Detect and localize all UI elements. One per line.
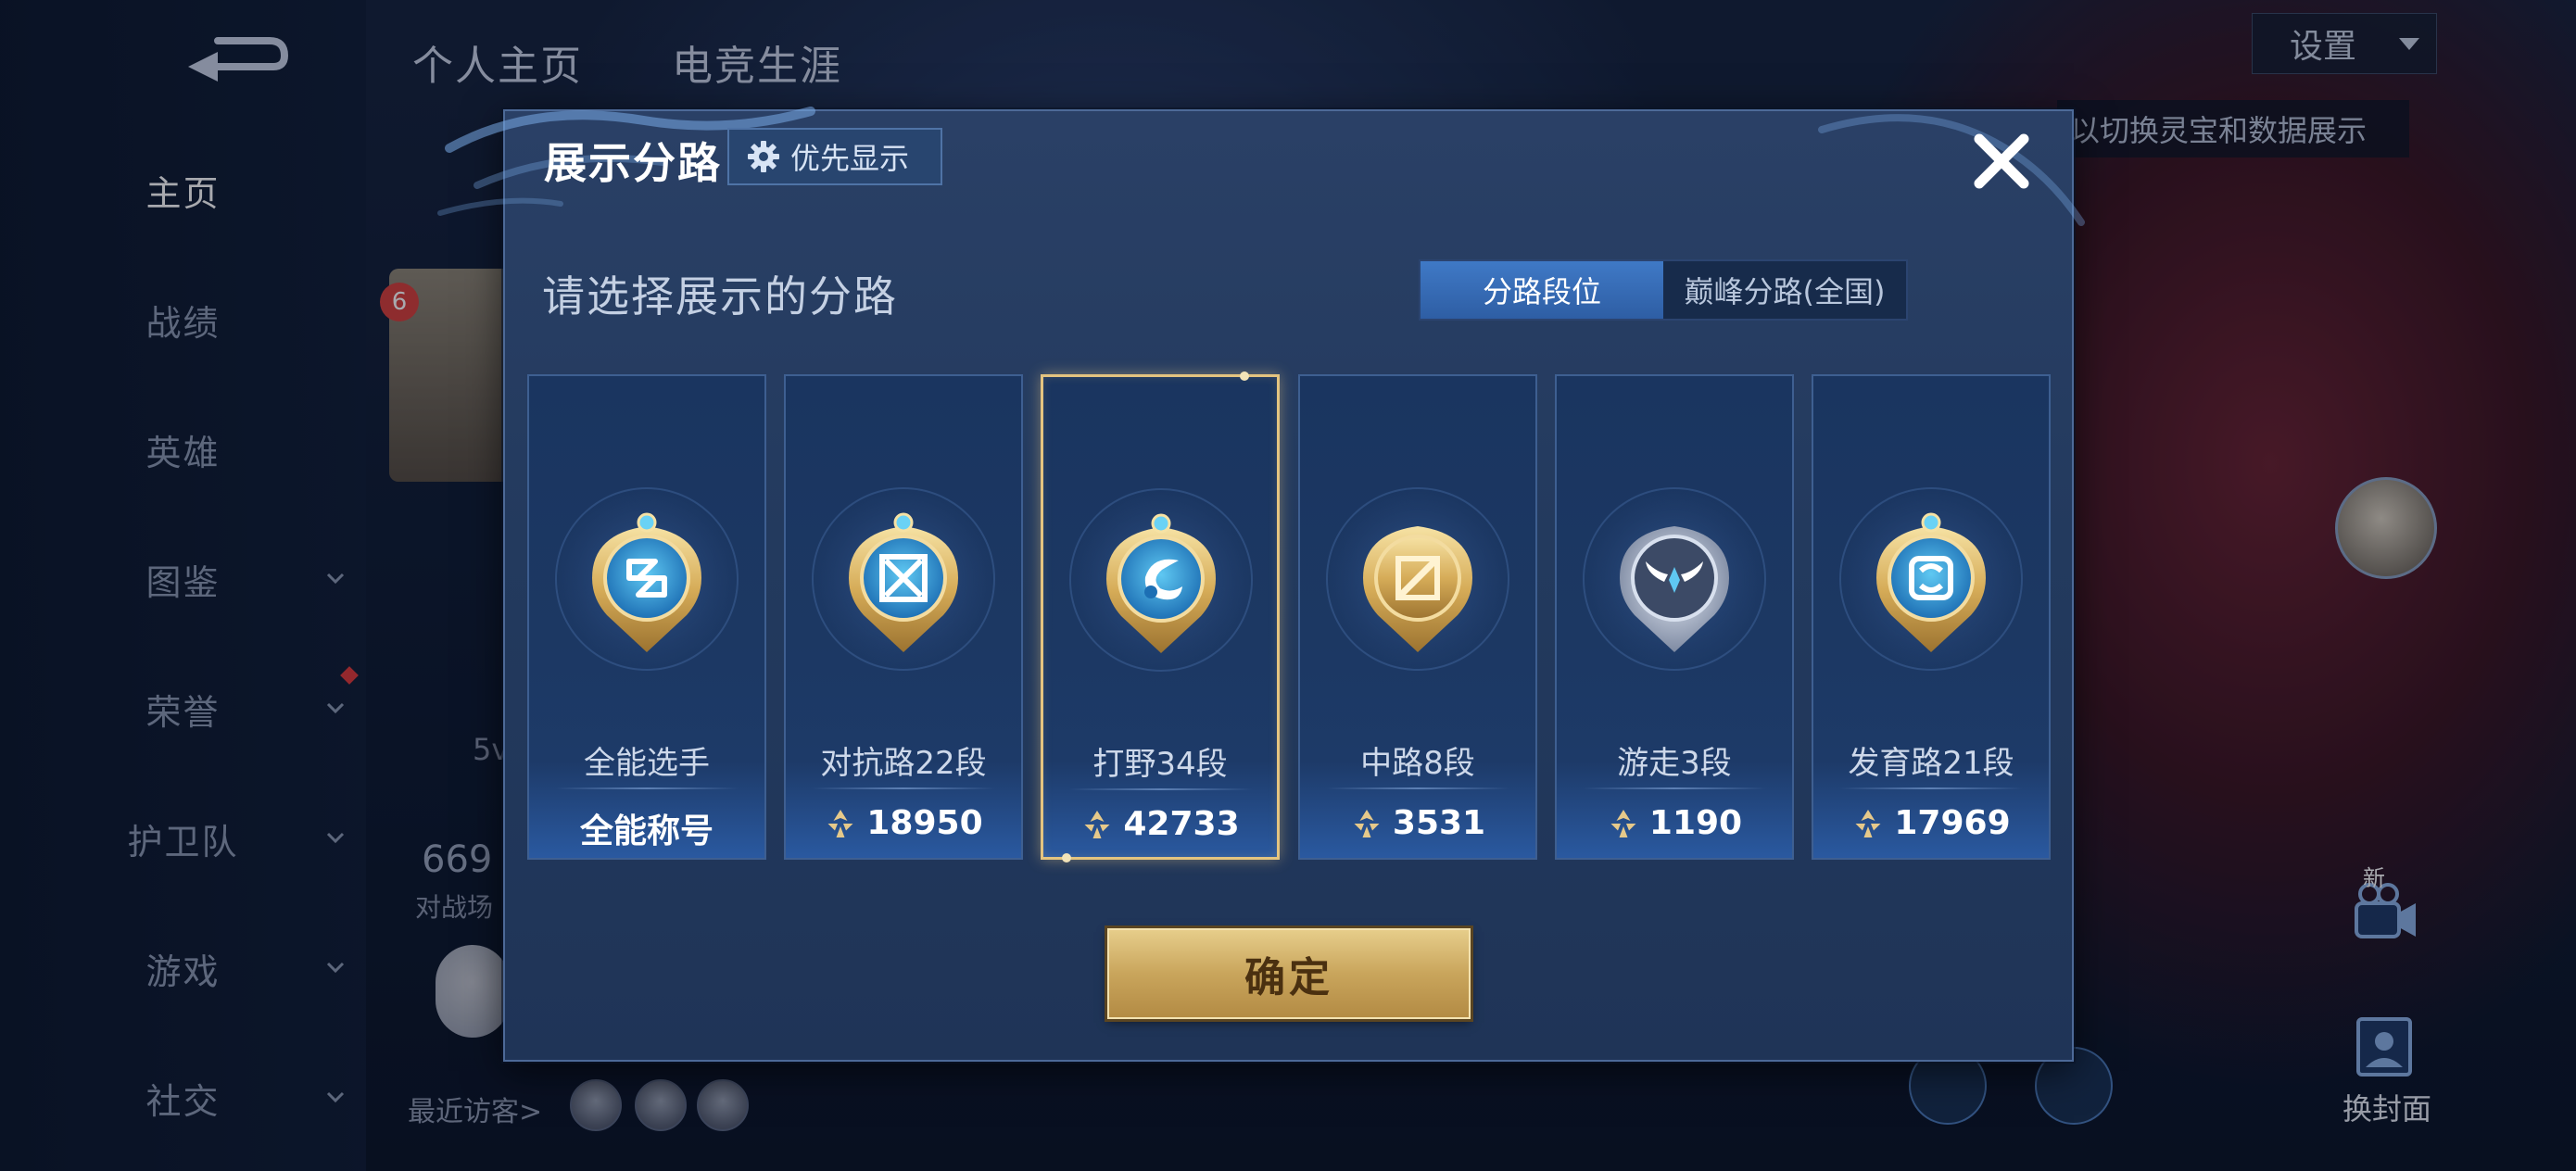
rank-points-icon xyxy=(1084,810,1110,838)
rank-points-icon xyxy=(1855,809,1881,837)
selection-corner-dot xyxy=(1062,853,1071,863)
lane-card-value: 17969 xyxy=(1813,804,2049,842)
farm-lane-emblem-icon xyxy=(1876,512,1986,652)
lane-card-value-text: 全能称号 xyxy=(579,812,713,850)
selection-corner-dot xyxy=(1240,371,1249,381)
lane-mode-switch: 分路段位 巅峰分路(全国) xyxy=(1419,259,1908,321)
lane-card-value-text: 18950 xyxy=(866,804,983,842)
priority-display-label: 优先显示 xyxy=(790,141,910,176)
divider xyxy=(1839,787,2023,789)
mid-lane-emblem-icon xyxy=(1363,526,1472,652)
roam-emblem-icon xyxy=(1620,526,1729,652)
lane-card[interactable]: 发育路21段 17969 xyxy=(1812,374,2051,860)
gear-icon xyxy=(748,141,779,172)
lane-card-value: 18950 xyxy=(786,804,1021,842)
lane-card-name: 中路8段 xyxy=(1360,745,1475,782)
lane-card[interactable]: 全能选手 全能称号 xyxy=(527,374,766,860)
close-icon[interactable] xyxy=(1968,128,2035,195)
lane-card-value: 全能称号 xyxy=(529,804,764,852)
lane-card[interactable]: 对抗路22段 18950 xyxy=(784,374,1023,860)
lane-card-list: 全能选手 全能称号 对抗路22段 18950 打野34段 42733 中路8段 … xyxy=(527,371,2056,863)
tab-lane-rank[interactable]: 分路段位 xyxy=(1421,261,1663,319)
cloud-ornament xyxy=(1818,114,2085,226)
lane-card-value: 42733 xyxy=(1043,805,1277,843)
lane-display-dialog: 展示分路 优先显示 请选择展示的分路 分路段位 巅峰分路(全国) 全能选手 全能… xyxy=(437,107,2085,1062)
rank-points-icon xyxy=(1354,809,1380,837)
lane-card-name: 发育路21段 xyxy=(1848,745,2014,782)
divider xyxy=(812,787,995,789)
lane-card-value-text: 3531 xyxy=(1392,804,1486,842)
tab-peak-lane-national[interactable]: 巅峰分路(全国) xyxy=(1663,261,1906,319)
lane-card-name: 打野34段 xyxy=(1092,746,1228,783)
lane-card-name: 对抗路22段 xyxy=(820,745,987,782)
divider xyxy=(555,787,739,789)
rank-points-icon xyxy=(1610,809,1636,837)
lane-card[interactable]: 中路8段 3531 xyxy=(1298,374,1537,860)
divider xyxy=(1326,787,1509,789)
priority-display-button[interactable]: 优先显示 xyxy=(727,128,942,185)
lane-card-value-text: 42733 xyxy=(1123,805,1240,843)
lane-card-name: 全能选手 xyxy=(584,745,710,782)
lane-card[interactable]: 打野34段 42733 xyxy=(1041,371,1280,863)
jungle-emblem-icon xyxy=(1106,513,1216,653)
confirm-button[interactable]: 确定 xyxy=(1107,928,1471,1019)
divider xyxy=(1069,788,1253,790)
dialog-subtitle: 请选择展示的分路 xyxy=(542,271,898,321)
lane-card-value: 1190 xyxy=(1557,804,1792,842)
lane-card[interactable]: 游走3段 1190 xyxy=(1555,374,1794,860)
all-round-emblem-icon xyxy=(592,512,701,652)
rank-points-icon xyxy=(827,809,853,837)
divider xyxy=(1583,787,1766,789)
lane-card-value-text: 17969 xyxy=(1894,804,2011,842)
lane-card-value: 3531 xyxy=(1300,804,1535,842)
clash-lane-emblem-icon xyxy=(849,512,958,652)
lane-card-name: 游走3段 xyxy=(1617,745,1732,782)
dialog-title: 展示分路 xyxy=(544,138,722,188)
lane-card-value-text: 1190 xyxy=(1648,804,1743,842)
